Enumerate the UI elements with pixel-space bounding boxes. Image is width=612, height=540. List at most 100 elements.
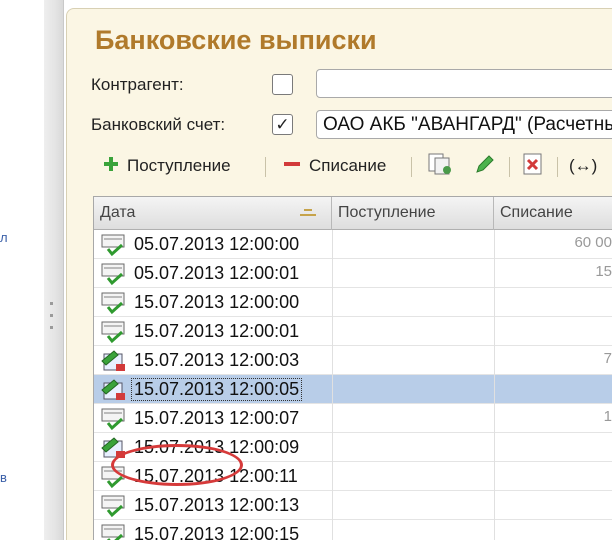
- edit-button[interactable]: [473, 151, 497, 181]
- counterparty-field[interactable]: [316, 69, 612, 98]
- cell-date[interactable]: 15.07.2013 12:00:01: [94, 317, 332, 346]
- check-doc-icon: [100, 320, 128, 344]
- cell-date[interactable]: 15.07.2013 12:00:15: [94, 520, 332, 540]
- period-label: (↔): [569, 156, 598, 175]
- toolbar-separator: [265, 157, 266, 177]
- counterparty-label: Контрагент:: [91, 75, 184, 94]
- column-header-incoming[interactable]: Поступление: [332, 197, 494, 230]
- cell-outgoing[interactable]: [494, 491, 612, 520]
- add-writeoff-button[interactable]: Списание: [283, 151, 386, 181]
- cell-date[interactable]: 15.07.2013 12:00:07: [94, 404, 332, 433]
- row-date: 05.07.2013 12:00:00: [134, 234, 300, 254]
- cell-outgoing[interactable]: [494, 520, 612, 540]
- check-doc-icon: [100, 233, 128, 257]
- annotation-circle: [111, 444, 243, 486]
- pencil-icon: [473, 152, 497, 181]
- row-date: 15.07.2013 12:00:01: [134, 321, 300, 341]
- left-panel-mark: в: [0, 470, 7, 485]
- cell-outgoing[interactable]: [494, 375, 612, 404]
- add-writeoff-label: Списание: [309, 156, 387, 175]
- plus-icon: [103, 156, 119, 177]
- table-row[interactable]: 15.07.2013 12:00:05: [94, 375, 612, 404]
- page-title: Банковские выписки: [95, 25, 377, 55]
- cell-date[interactable]: 15.07.2013 12:00:00: [94, 288, 332, 317]
- bank-account-checkbox[interactable]: ✓: [272, 114, 293, 135]
- cell-incoming[interactable]: [332, 317, 494, 346]
- table-header: Дата Поступление Списание: [94, 197, 612, 230]
- column-header-outgoing[interactable]: Списание: [494, 197, 612, 230]
- cell-outgoing[interactable]: [494, 433, 612, 462]
- splitter-grip-icon: [50, 302, 56, 338]
- cell-incoming[interactable]: [332, 346, 494, 375]
- cell-outgoing[interactable]: [494, 462, 612, 491]
- cell-date[interactable]: 05.07.2013 12:00:01: [94, 259, 332, 288]
- toolbar-separator: [557, 157, 558, 177]
- toolbar-separator: [411, 157, 412, 177]
- table-row[interactable]: 15.07.2013 12:00:15: [94, 520, 612, 540]
- table-row[interactable]: 15.07.2013 12:00:03 7: [94, 346, 612, 375]
- cell-outgoing[interactable]: [494, 317, 612, 346]
- bank-statements-form: Банковские выписки Контрагент: Банковски…: [66, 8, 612, 540]
- set-period-button[interactable]: (↔): [569, 151, 597, 181]
- table-row[interactable]: 05.07.2013 12:00:01 15: [94, 259, 612, 288]
- statements-table[interactable]: Дата Поступление Списание 05.07.2013 12:…: [93, 196, 612, 540]
- table-row[interactable]: 15.07.2013 12:00:07 1: [94, 404, 612, 433]
- cell-incoming[interactable]: [332, 433, 494, 462]
- cell-outgoing[interactable]: [494, 288, 612, 317]
- check-doc-icon: [100, 407, 128, 431]
- cell-incoming[interactable]: [332, 230, 494, 259]
- row-date: 15.07.2013 12:00:13: [134, 495, 300, 515]
- check-doc-icon: [100, 523, 128, 540]
- cell-outgoing[interactable]: 60 00: [494, 230, 612, 259]
- cell-date[interactable]: 05.07.2013 12:00:00: [94, 230, 332, 259]
- row-outgoing: 15: [595, 263, 612, 280]
- panel-splitter[interactable]: [44, 0, 64, 540]
- delete-mark-button[interactable]: [521, 151, 545, 181]
- row-date: 15.07.2013 12:00:00: [134, 292, 300, 312]
- row-outgoing: 7: [603, 350, 612, 367]
- table-row[interactable]: 15.07.2013 12:00:13: [94, 491, 612, 520]
- pen-doc-icon: [100, 378, 128, 402]
- add-receipt-button[interactable]: Поступление: [103, 151, 231, 181]
- copy-button[interactable]: [427, 151, 453, 181]
- cell-outgoing[interactable]: 1: [494, 404, 612, 433]
- cell-date[interactable]: 15.07.2013 12:00:13: [94, 491, 332, 520]
- cell-incoming[interactable]: [332, 404, 494, 433]
- row-date: 15.07.2013 12:00:07: [134, 408, 300, 428]
- cell-date[interactable]: 15.07.2013 12:00:05: [94, 375, 332, 404]
- copy-document-icon: [427, 152, 453, 181]
- cell-outgoing[interactable]: 15: [494, 259, 612, 288]
- cell-incoming[interactable]: [332, 259, 494, 288]
- delete-mark-icon: [521, 152, 545, 181]
- add-receipt-label: Поступление: [127, 156, 231, 175]
- pen-doc-icon: [100, 349, 128, 373]
- toolbar-separator: [509, 157, 510, 177]
- cell-incoming[interactable]: [332, 375, 494, 404]
- column-header-label: Дата: [100, 204, 136, 221]
- table-row[interactable]: 15.07.2013 12:00:00: [94, 288, 612, 317]
- column-header-date[interactable]: Дата: [94, 197, 332, 230]
- check-doc-icon: [100, 262, 128, 286]
- row-outgoing: 1: [603, 408, 612, 425]
- table-row[interactable]: 15.07.2013 12:00:01: [94, 317, 612, 346]
- counterparty-checkbox[interactable]: [272, 74, 293, 95]
- cell-outgoing[interactable]: 7: [494, 346, 612, 375]
- row-outgoing: 60 00: [574, 234, 612, 251]
- cell-date[interactable]: 15.07.2013 12:00:03: [94, 346, 332, 375]
- check-doc-icon: [100, 291, 128, 315]
- left-panel-mark: л: [0, 230, 8, 245]
- row-date: 15.07.2013 12:00:15: [134, 524, 300, 540]
- cell-incoming[interactable]: [332, 288, 494, 317]
- row-date: 15.07.2013 12:00:05: [130, 378, 303, 401]
- bank-account-label: Банковский счет:: [91, 115, 226, 134]
- row-date: 15.07.2013 12:00:03: [134, 350, 300, 370]
- table-row[interactable]: 05.07.2013 12:00:00 60 00: [94, 230, 612, 259]
- cell-incoming[interactable]: [332, 491, 494, 520]
- minus-icon: [283, 156, 301, 177]
- sort-ascending-icon: [300, 209, 316, 219]
- bank-account-field[interactable]: ОАО АКБ "АВАНГАРД" (Расчетный): [316, 110, 612, 139]
- left-panel: л в: [0, 0, 44, 540]
- toolbar: Поступление Списание (↔): [95, 151, 612, 181]
- cell-incoming[interactable]: [332, 462, 494, 491]
- cell-incoming[interactable]: [332, 520, 494, 540]
